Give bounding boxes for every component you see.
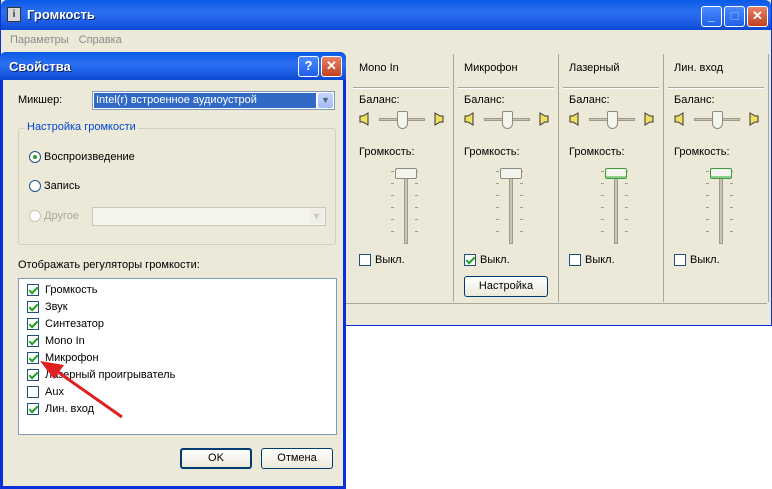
arrow-line <box>54 368 123 419</box>
annotation-arrow <box>40 361 123 419</box>
arrow-head <box>40 361 64 379</box>
